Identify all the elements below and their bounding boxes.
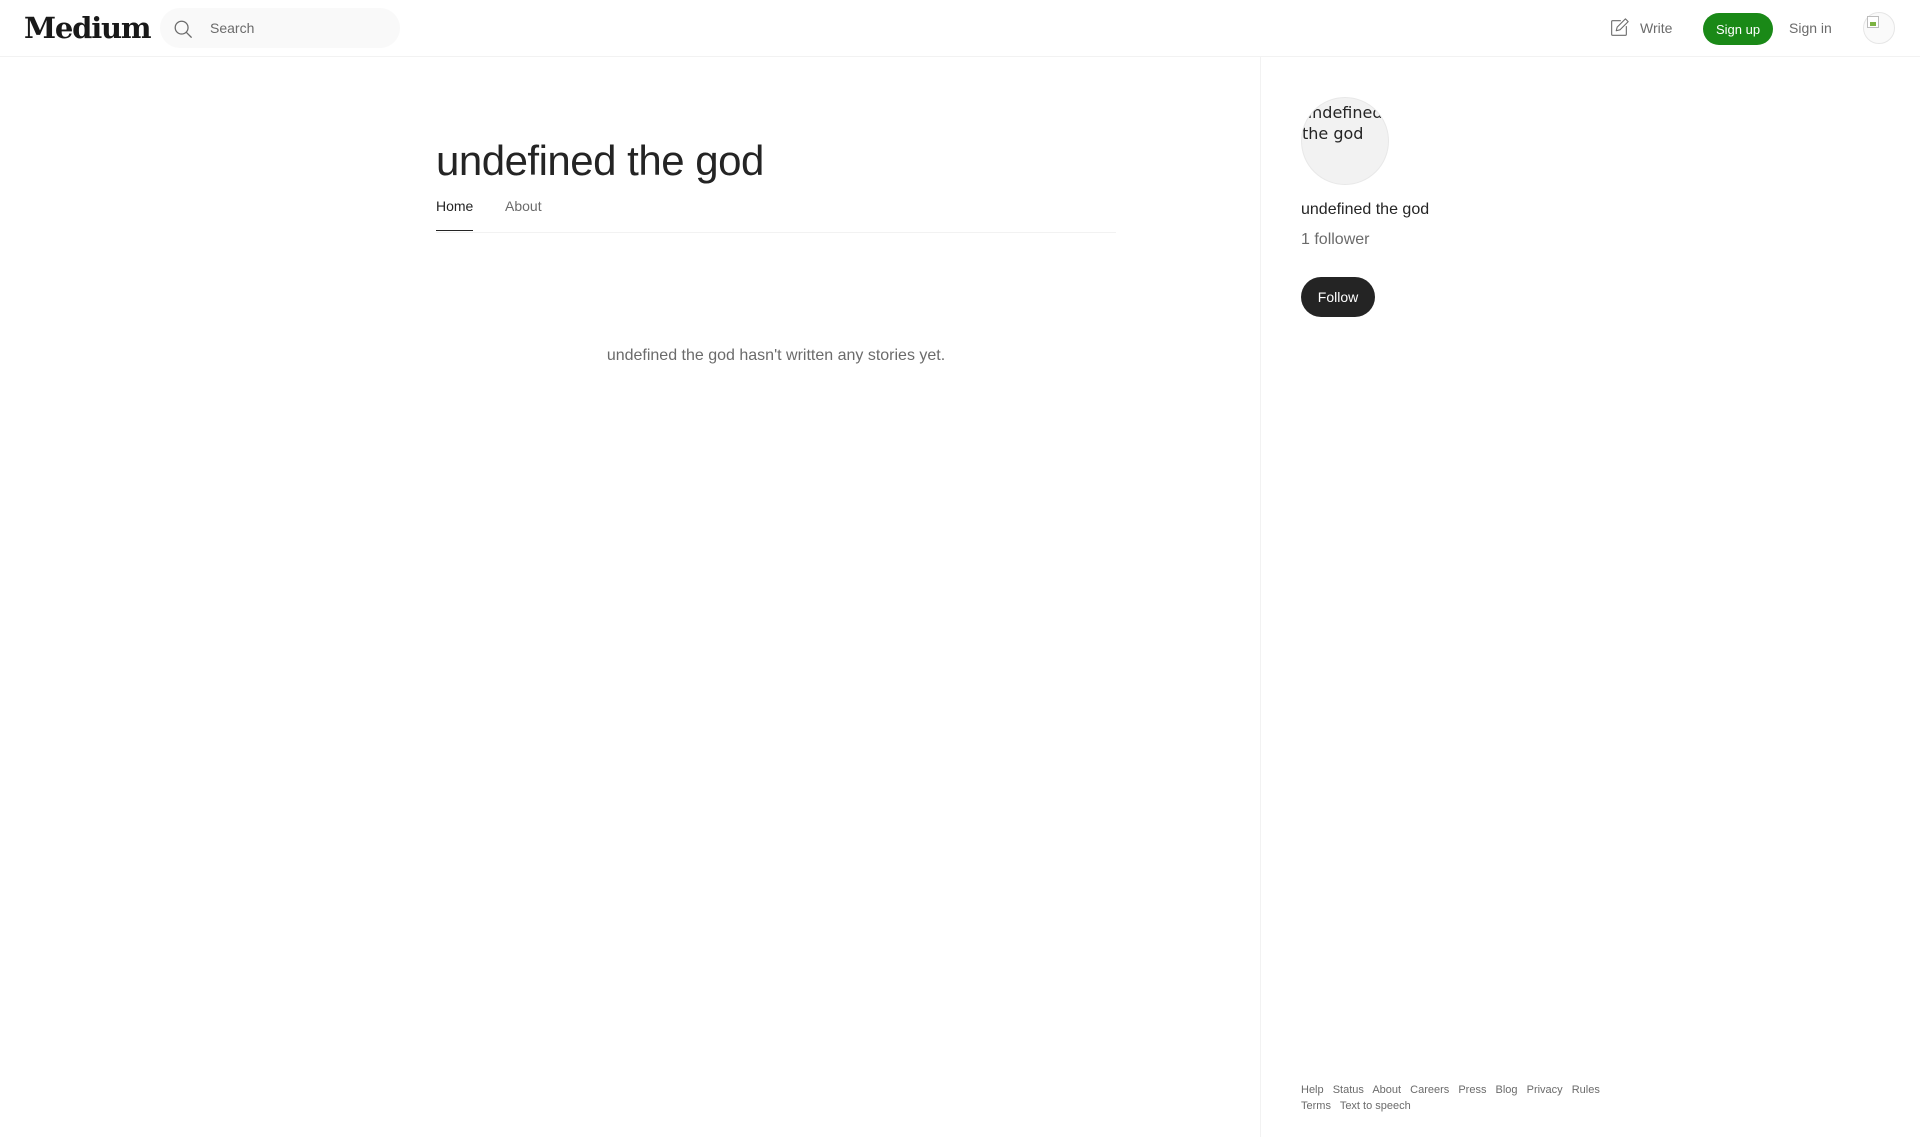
footer-link-rules[interactable]: Rules	[1572, 1084, 1600, 1096]
search-input[interactable]	[208, 8, 388, 48]
footer-link-press[interactable]: Press	[1458, 1084, 1486, 1096]
tab-about[interactable]: About	[505, 198, 542, 230]
search-icon	[174, 20, 192, 38]
write-label: Write	[1640, 20, 1673, 36]
sidebar-divider	[1260, 57, 1261, 1137]
user-avatar[interactable]	[1863, 12, 1895, 44]
footer-link-blog[interactable]: Blog	[1496, 1084, 1518, 1096]
avatar-alt-text: undefined the god	[1302, 103, 1383, 143]
footer-link-careers[interactable]: Careers	[1410, 1084, 1449, 1096]
empty-stories-message: undefined the god hasn't written any sto…	[606, 347, 946, 364]
follower-count[interactable]: 1 follower	[1301, 231, 1369, 249]
profile-avatar[interactable]: undefined the god	[1301, 97, 1389, 185]
footer-link-about[interactable]: About	[1372, 1084, 1401, 1096]
profile-tabs: Home About	[436, 185, 1116, 233]
footer-link-help[interactable]: Help	[1301, 1084, 1324, 1096]
footer-links: Help Status About Careers Press Blog Pri…	[1301, 1082, 1621, 1114]
sign-up-button[interactable]: Sign up	[1703, 13, 1773, 45]
tab-home[interactable]: Home	[436, 198, 474, 231]
sign-in-link[interactable]: Sign in	[1789, 20, 1832, 36]
footer-link-text-to-speech[interactable]: Text to speech	[1340, 1100, 1411, 1112]
page-title: undefined the god	[436, 137, 764, 185]
medium-logo[interactable]: Medium	[24, 12, 152, 44]
search-box[interactable]	[160, 8, 400, 48]
footer-link-status[interactable]: Status	[1333, 1084, 1364, 1096]
write-icon	[1611, 18, 1629, 36]
footer-link-terms[interactable]: Terms	[1301, 1100, 1331, 1112]
footer-link-privacy[interactable]: Privacy	[1527, 1084, 1563, 1096]
broken-image-icon	[1867, 16, 1879, 28]
write-button[interactable]: Write	[1608, 16, 1672, 40]
follow-button[interactable]: Follow	[1301, 277, 1375, 317]
profile-name[interactable]: undefined the god	[1301, 201, 1429, 219]
top-navigation-bar: Medium Write Sign up Sign in	[0, 0, 1920, 57]
